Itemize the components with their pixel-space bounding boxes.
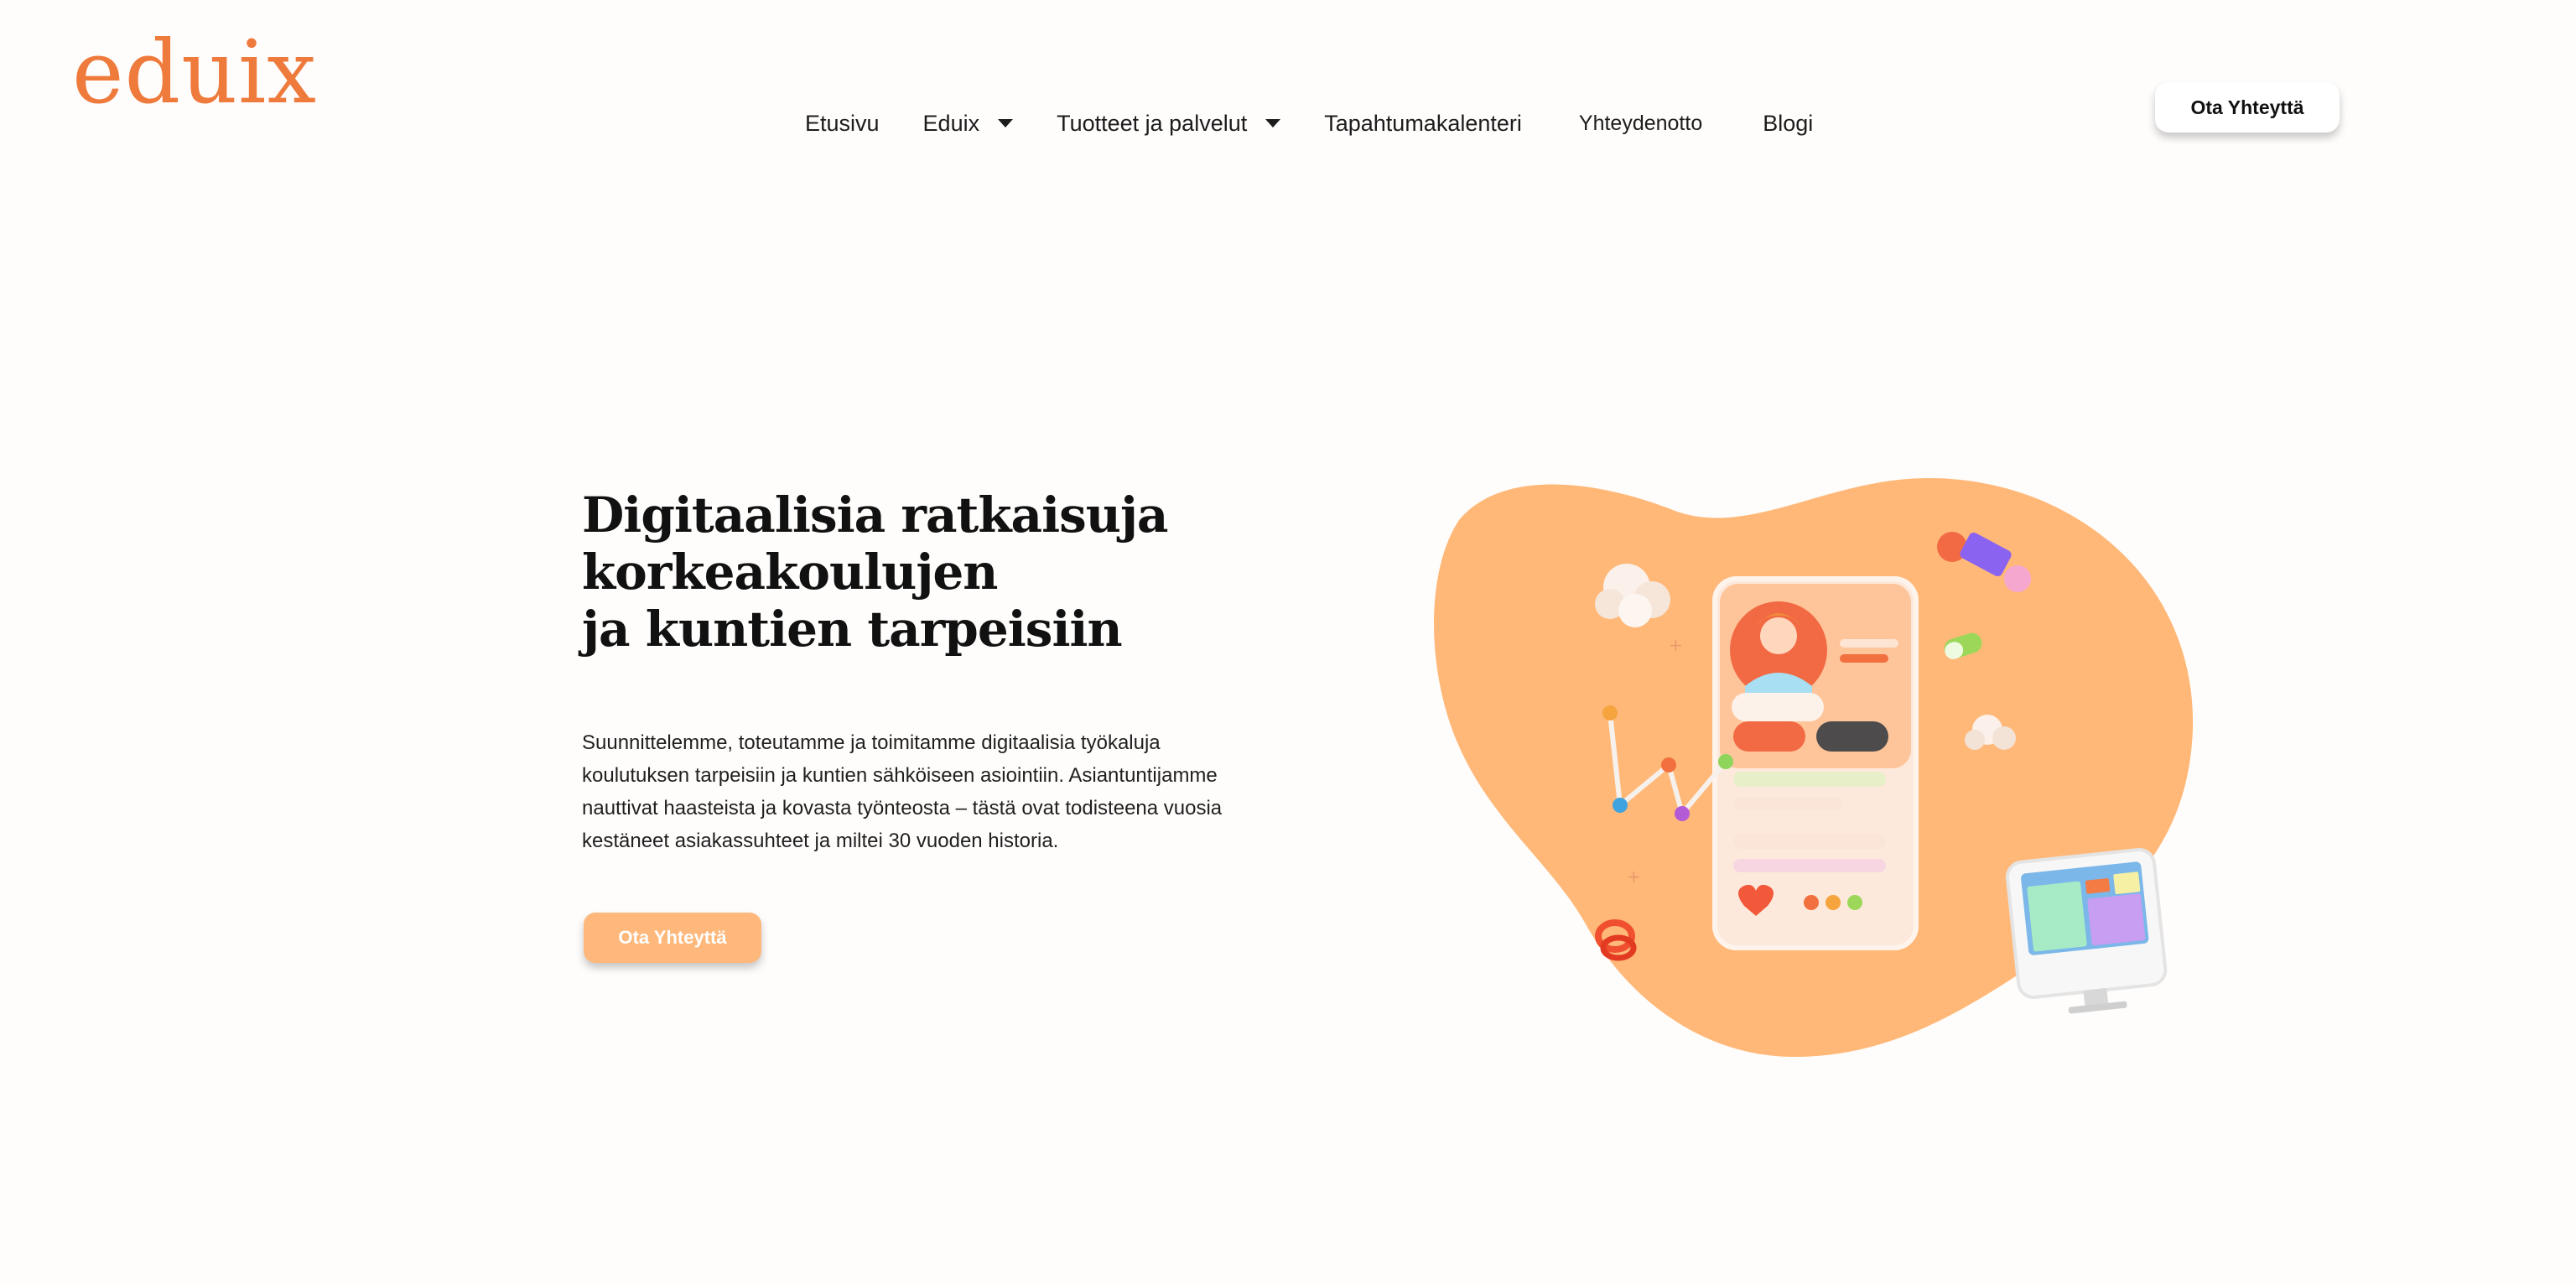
chevron-down-icon[interactable] (1265, 119, 1281, 127)
nav-item-label: Tuotteet ja palvelut (1057, 110, 1248, 136)
nav-item-blogi[interactable]: Blogi (1763, 111, 1813, 137)
hero-text-line: Suunnittelemme, toteutamme ja toimitamme… (582, 731, 1161, 754)
page: eduix Etusivu Eduix Tuotteet ja palvelut… (0, 0, 2576, 1285)
hero-text-line: koulutuksen tarpeisiin ja kuntien sähköi… (582, 764, 1218, 787)
nav-item-label: Yhteydenotto (1578, 111, 1703, 135)
eduix-logo[interactable]: eduix (72, 29, 317, 116)
sparkle-icon: + (1669, 635, 1683, 655)
hero-text-line: nauttivat haasteista ja kovasta työnteos… (582, 797, 1223, 819)
hero-illustration: + + (1434, 478, 2194, 1057)
hero-title-line: Digitaalisia ratkaisuja (582, 486, 1169, 544)
nav-item-eduix[interactable]: Eduix (923, 111, 1014, 137)
nav-item-tuotteet-ja-palvelut[interactable]: Tuotteet ja palvelut (1057, 110, 1281, 137)
nav-item-label: Tapahtumakalenteri (1324, 110, 1522, 136)
hero-title: Digitaalisia ratkaisuja korkeakoulujen j… (582, 486, 1169, 658)
nav-item-label: Eduix (922, 110, 980, 136)
hero-contact-button[interactable]: Ota Yhteyttä (584, 913, 761, 963)
hero-title-line: ja kuntien tarpeisiin (582, 601, 1123, 658)
nav-item-yhteydenotto[interactable]: Yhteydenotto (1579, 112, 1702, 136)
monitor-icon (2005, 848, 2168, 1014)
chevron-down-icon[interactable] (998, 119, 1014, 127)
hero-title-line: korkeakoulujen (582, 544, 998, 601)
nav-item-tapahtumakalenteri[interactable]: Tapahtumakalenteri (1324, 111, 1522, 137)
hero-text-line: kestäneet asiakassuhteet ja miltei 30 vu… (582, 830, 1059, 852)
main-nav: Etusivu Eduix Tuotteet ja palvelut Tapah… (805, 104, 1813, 143)
phone-mockup (1712, 576, 1919, 950)
header-contact-button[interactable]: Ota Yhteyttä (2155, 82, 2340, 133)
nav-item-label: Etusivu (805, 110, 880, 136)
sparkle-icon: + (1627, 866, 1641, 887)
nav-item-label: Blogi (1763, 110, 1814, 136)
nav-item-etusivu[interactable]: Etusivu (805, 111, 880, 137)
hero-description: Suunnittelemme, toteutamme ja toimitamme… (582, 726, 1270, 857)
